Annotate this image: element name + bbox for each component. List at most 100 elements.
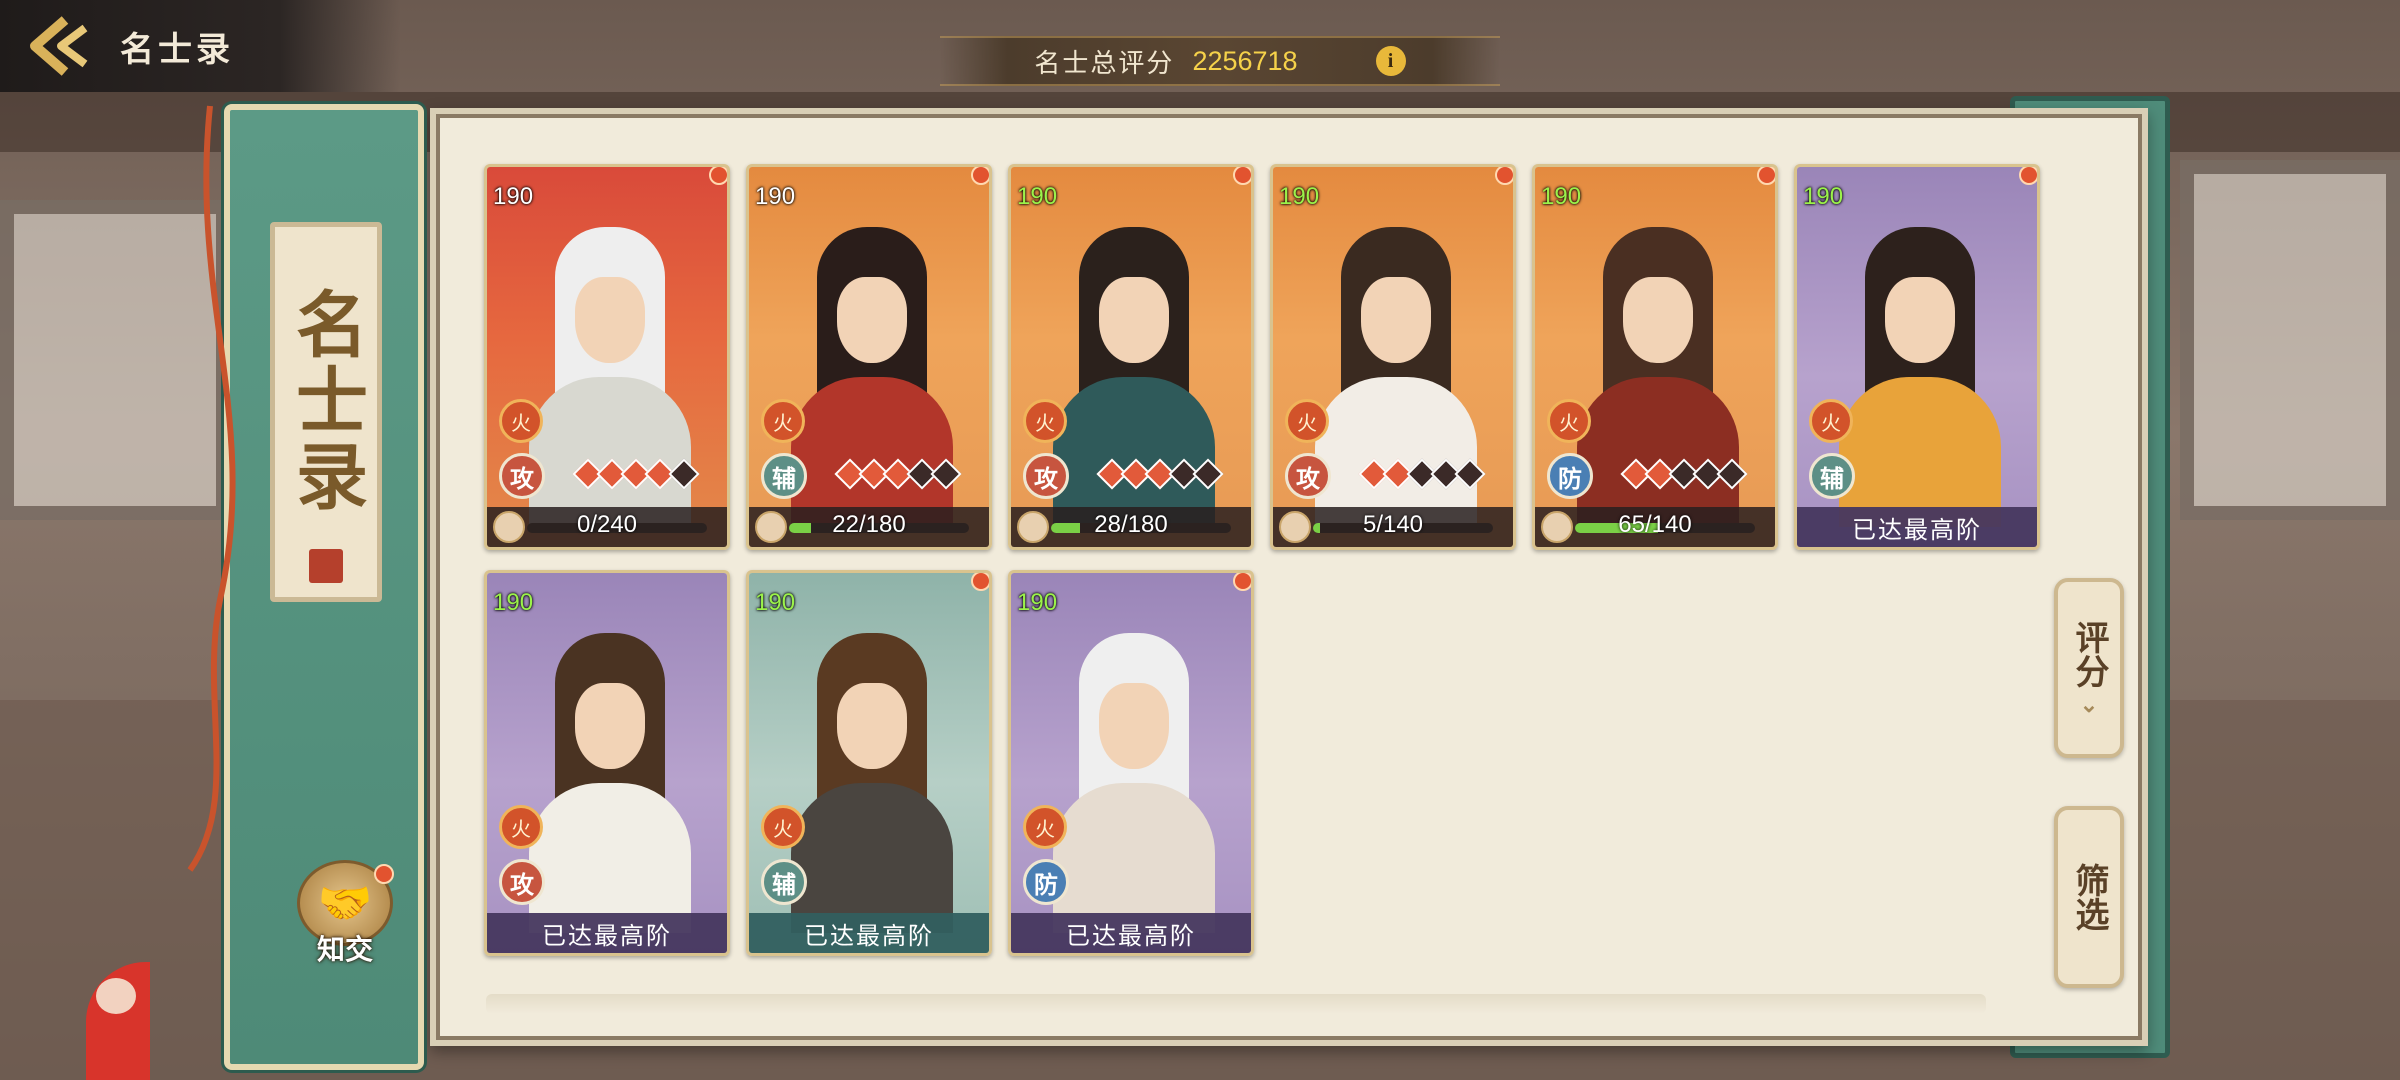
- element-badge: 火: [499, 399, 543, 443]
- notification-dot: [1757, 167, 1775, 185]
- portrait-body: [1053, 783, 1215, 933]
- element-badge: 火: [1547, 399, 1591, 443]
- role-badge: 辅: [761, 859, 807, 905]
- more-hint-strip: [486, 994, 1986, 1014]
- hero-card[interactable]: 190 火防已达最高阶: [1008, 570, 1254, 956]
- hero-card[interactable]: 190 火攻 28/180: [1008, 164, 1254, 550]
- role-badge: 防: [1023, 859, 1069, 905]
- star-empty-icon: [1192, 458, 1224, 490]
- chevron-down-icon: ⌄: [2079, 692, 2099, 718]
- portrait-body: [529, 377, 691, 527]
- chevron-left-icon: [30, 16, 88, 76]
- element-badge: 火: [1023, 399, 1067, 443]
- shard-progress-text: 22/180: [832, 511, 906, 538]
- element-badge: 火: [499, 805, 543, 849]
- hero-card[interactable]: 190 火攻已达最高阶: [484, 570, 730, 956]
- star-rating: [1358, 458, 1486, 490]
- shard-progress: 0/240: [487, 507, 727, 547]
- portrait-face: [1361, 277, 1431, 363]
- info-icon[interactable]: i: [1375, 46, 1406, 76]
- shard-progress-footer: 22/180: [749, 507, 989, 547]
- portrait-body: [1839, 377, 2001, 527]
- portrait-face: [575, 683, 645, 769]
- max-rank-footer: 已达最高阶: [749, 913, 989, 953]
- max-rank-footer: 已达最高阶: [487, 913, 727, 953]
- hero-level: 190: [755, 183, 796, 210]
- shard-progress-footer: 28/180: [1011, 507, 1251, 547]
- shard-progress-footer: 5/140: [1273, 507, 1513, 547]
- notification-dot: [971, 167, 989, 185]
- role-badge: 攻: [1023, 453, 1069, 499]
- portrait-face: [1099, 683, 1169, 769]
- filter-label: 筛选: [2069, 863, 2109, 931]
- hero-level: 190: [755, 589, 796, 616]
- role-badge: 辅: [761, 453, 807, 499]
- notification-dot: [709, 167, 727, 185]
- portrait-body: [791, 377, 953, 527]
- notification-dot: [1495, 167, 1513, 185]
- star-rating: [572, 458, 700, 490]
- star-empty-icon: [930, 458, 962, 490]
- portrait-body: [1577, 377, 1739, 527]
- shard-progress-text: 65/140: [1618, 511, 1692, 538]
- portrait-face: [1885, 277, 1955, 363]
- star-empty-icon: [1454, 458, 1486, 490]
- role-badge: 攻: [499, 859, 545, 905]
- star-rating: [1096, 458, 1224, 490]
- max-rank-label: 已达最高阶: [804, 921, 934, 950]
- portrait-face: [1623, 277, 1693, 363]
- total-score-label: 名士总评分: [1034, 48, 1175, 79]
- hero-card[interactable]: 190 火辅 22/180: [746, 164, 992, 550]
- shard-progress-text: 28/180: [1094, 511, 1168, 538]
- sort-button[interactable]: 评分 ⌄: [2054, 578, 2124, 758]
- max-rank-label: 已达最高阶: [1066, 921, 1196, 950]
- portrait-body: [529, 783, 691, 933]
- element-badge: 火: [761, 399, 805, 443]
- hero-portrait: [1039, 613, 1229, 933]
- hero-card[interactable]: 190 火攻 5/140: [1270, 164, 1516, 550]
- friends-button[interactable]: 🤝 知交: [290, 860, 400, 970]
- hero-level: 190: [1017, 183, 1058, 210]
- notification-dot: [1233, 167, 1251, 185]
- role-badge: 辅: [1809, 453, 1855, 499]
- shard-progress: 5/140: [1273, 507, 1513, 547]
- page-title: 名士录: [120, 29, 234, 70]
- notification-dot: [2019, 167, 2037, 185]
- hero-card[interactable]: 190 火辅已达最高阶: [1794, 164, 2040, 550]
- shard-progress-text: 0/240: [576, 511, 638, 538]
- hero-portrait: [777, 613, 967, 933]
- hero-level: 190: [1541, 183, 1582, 210]
- star-rating: [834, 458, 962, 490]
- friends-label: 知交: [316, 933, 373, 966]
- hero-level: 190: [493, 183, 534, 210]
- portrait-body: [1315, 377, 1477, 527]
- portrait-face: [575, 277, 645, 363]
- max-rank-label: 已达最高阶: [1852, 515, 1982, 544]
- element-badge: 火: [1809, 399, 1853, 443]
- portrait-body: [1053, 377, 1215, 527]
- max-rank-footer: 已达最高阶: [1797, 507, 2037, 547]
- portrait-face: [837, 277, 907, 363]
- portrait-body: [791, 783, 953, 933]
- back-button[interactable]: [0, 0, 120, 92]
- star-empty-icon: [668, 458, 700, 490]
- hero-card[interactable]: 190 火防 65/140: [1532, 164, 1778, 550]
- hero-level: 190: [1803, 183, 1844, 210]
- shard-progress: 65/140: [1535, 507, 1775, 547]
- hero-portrait: [1825, 207, 2015, 527]
- star-rating: [1620, 458, 1748, 490]
- hero-card[interactable]: 190 火攻 0/240: [484, 164, 730, 550]
- notification-dot: [971, 573, 989, 591]
- portrait-face: [1099, 277, 1169, 363]
- element-badge: 火: [1023, 805, 1067, 849]
- seal-icon: [309, 549, 343, 583]
- element-badge: 火: [1285, 399, 1329, 443]
- top-bar: 名士录: [0, 0, 400, 92]
- notification-dot: [1233, 573, 1251, 591]
- hero-card[interactable]: 190 火辅已达最高阶: [746, 570, 992, 956]
- hero-level: 190: [493, 589, 534, 616]
- hero-portrait: [515, 613, 705, 933]
- shard-progress-text: 5/140: [1362, 511, 1424, 538]
- background-window-right: [2180, 160, 2400, 520]
- filter-button[interactable]: 筛选: [2054, 806, 2124, 988]
